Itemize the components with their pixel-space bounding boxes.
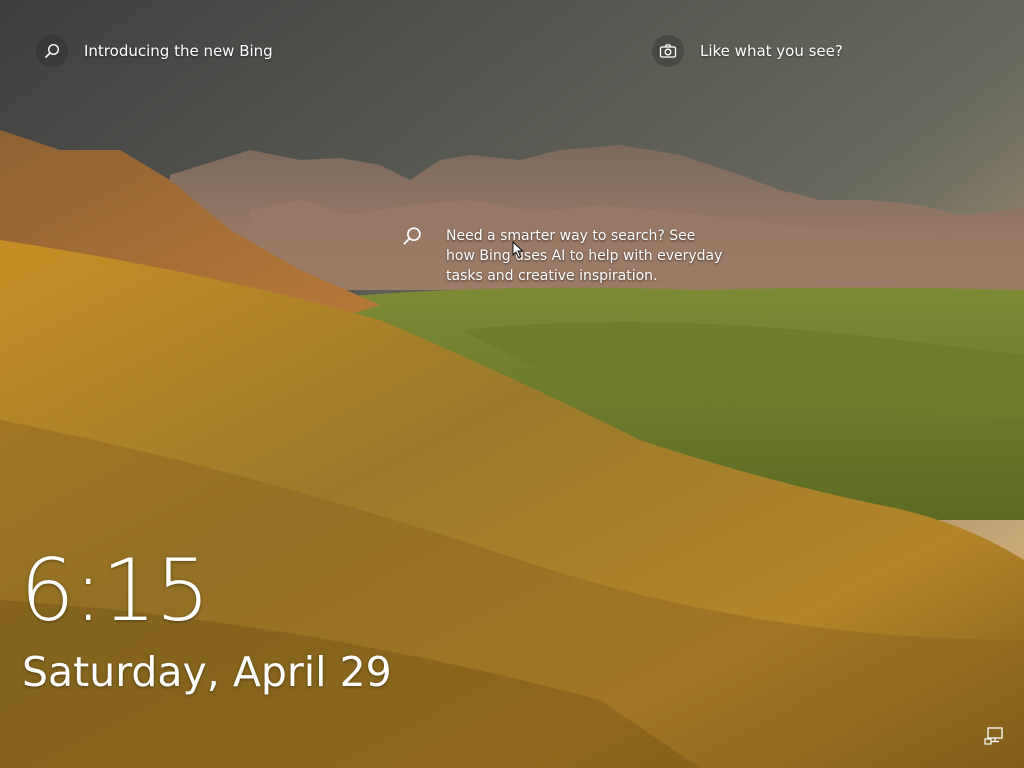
camera-icon — [652, 35, 684, 67]
network-icon[interactable] — [984, 726, 1004, 746]
spotlight-bing-chip[interactable]: Introducing the new Bing — [36, 35, 273, 67]
lockscreen-time: 6:15 — [20, 541, 210, 641]
search-icon — [36, 35, 68, 67]
lockscreen-date: Saturday, April 29 — [22, 648, 392, 696]
spotlight-tooltip-text: Need a smarter way to search? See how Bi… — [446, 228, 723, 284]
spotlight-bing-label: Introducing the new Bing — [84, 42, 273, 60]
search-icon — [402, 226, 422, 250]
mouse-cursor — [512, 241, 524, 259]
spotlight-photo-chip[interactable]: Like what you see? — [652, 35, 843, 67]
spotlight-photo-label: Like what you see? — [700, 42, 843, 60]
